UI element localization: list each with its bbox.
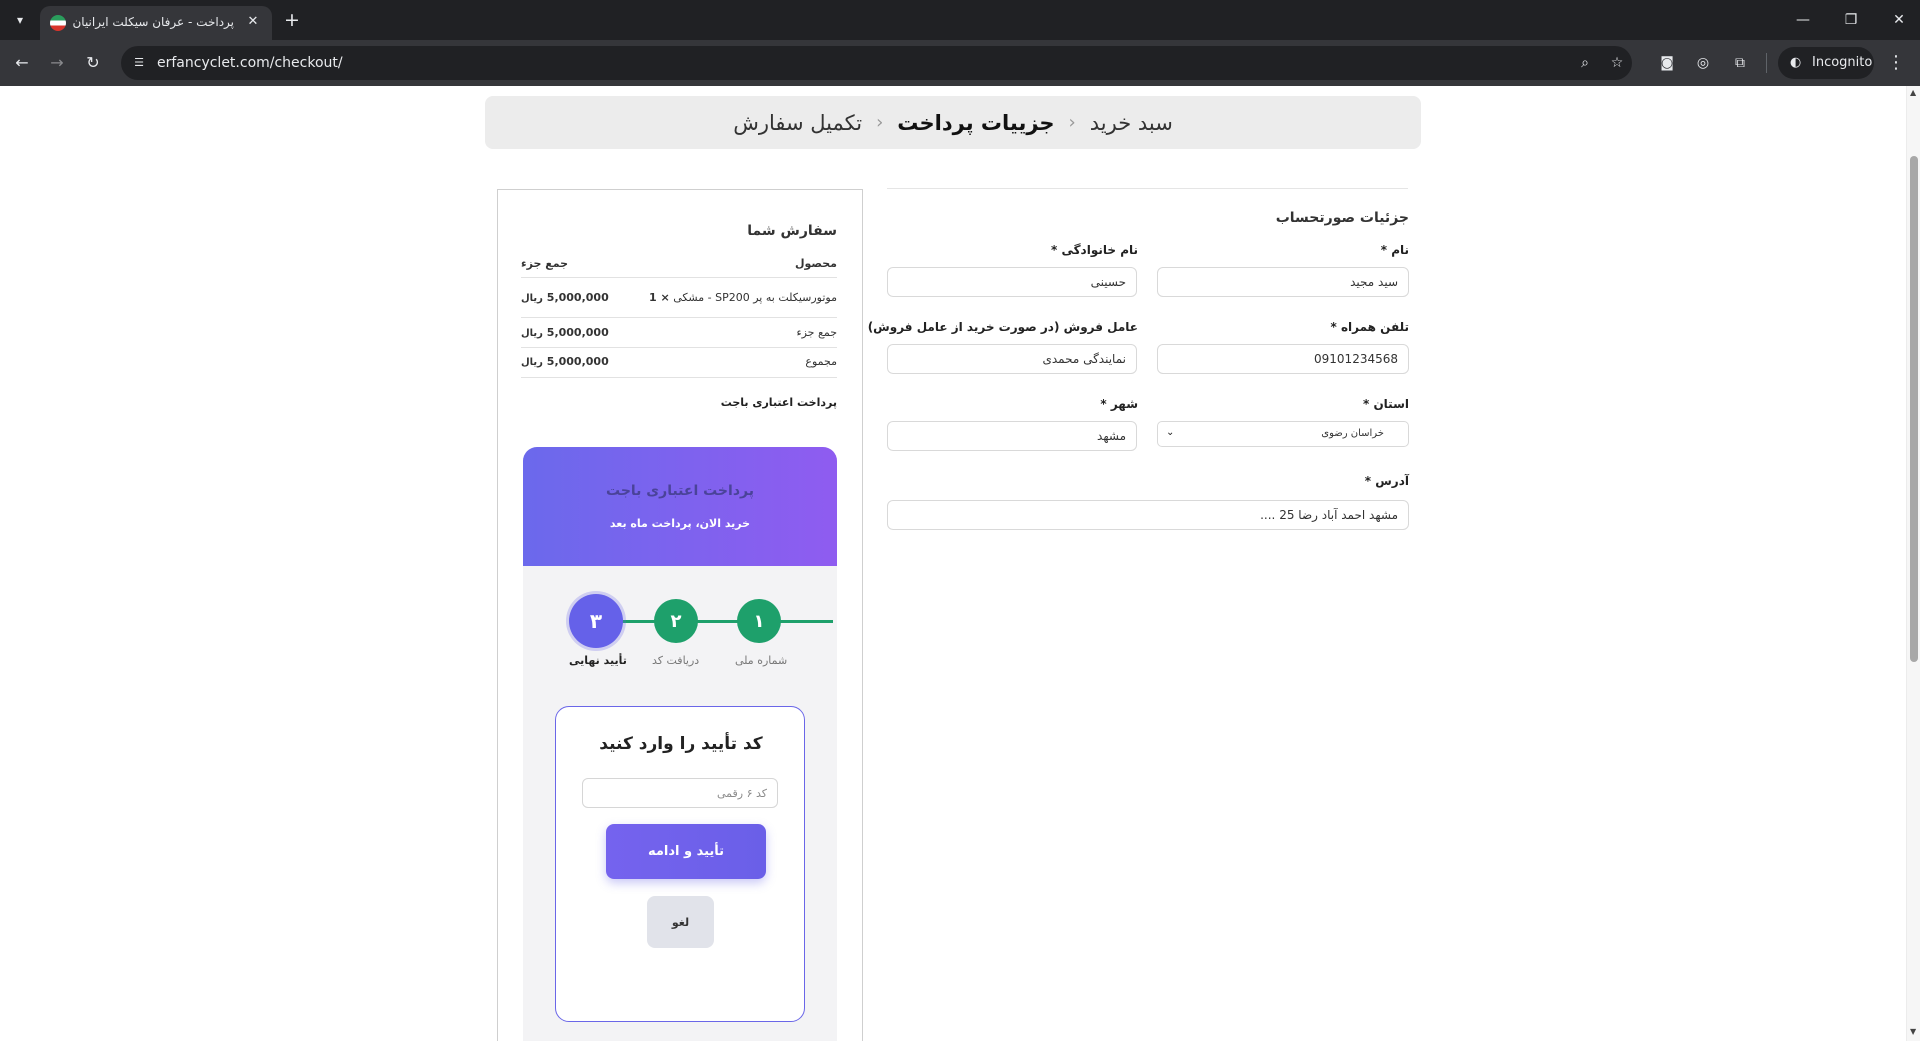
browser-tab[interactable]: پرداخت - عرفان سیکلت ایرانیان ✕ xyxy=(40,6,272,40)
bnpl-header: پرداخت اعتباری باجت خرید الان، پرداخت ما… xyxy=(523,447,837,566)
item-qty: × 1 xyxy=(648,291,670,304)
incognito-badge[interactable]: ◐ Incognito xyxy=(1778,47,1874,79)
back-icon[interactable]: ← xyxy=(10,51,34,75)
bnpl-payment-card: پرداخت اعتباری باجت خرید الان، پرداخت ما… xyxy=(523,447,837,1041)
window-close-icon[interactable]: ✕ xyxy=(1886,8,1912,32)
address-bar[interactable]: ☰ erfancyclet.com/checkout/ ⌕ ☆ xyxy=(121,46,1632,80)
order-divider xyxy=(521,277,837,278)
subtotal-value: 5,000,000 xyxy=(546,326,609,339)
item-currency: ریال xyxy=(521,293,543,304)
checkout-page: سبد خرید ‹ جزییات پرداخت ‹ تکمیل سفارش ج… xyxy=(0,86,1906,1041)
item-name: موتورسیکلت به پر SP200 - مشکی × 1 xyxy=(649,291,837,304)
item-price-value: 5,000,000 xyxy=(546,291,609,304)
order-summary: سفارش شما محصول جمع جزء موتورسیکلت به پر… xyxy=(497,189,863,1041)
confirm-continue-button[interactable]: تأیید و ادامه xyxy=(606,824,766,879)
bnpl-header-subtitle: خرید الان، پرداخت ماه بعد xyxy=(609,517,751,530)
province-label: استان * xyxy=(1362,397,1409,411)
cancel-button[interactable]: لغو xyxy=(647,896,714,948)
incognito-label: Incognito xyxy=(1812,55,1873,70)
last-name-label: نام خانوادگی * xyxy=(1050,243,1138,257)
otp-panel: کد تأیید را وارد کنید تأیید و ادامه لغو xyxy=(555,706,805,1022)
step-3-label: تأیید نهایی xyxy=(569,654,627,667)
scroll-down-icon[interactable]: ▼ xyxy=(1910,1027,1916,1036)
otp-title: کد تأیید را وارد کنید xyxy=(599,734,763,754)
payment-method-label: پرداخت اعتباری باجت xyxy=(720,396,837,409)
otp-code-input[interactable] xyxy=(582,778,778,808)
item-price: 5,000,000 ریال xyxy=(521,291,609,304)
tab-title: پرداخت - عرفان سیکلت ایرانیان xyxy=(72,15,234,29)
step-2-circle: ۲ xyxy=(654,599,698,643)
breadcrumb-payment-details: جزییات پرداخت xyxy=(897,110,1055,135)
total-amount: 5,000,000 ریال xyxy=(521,355,609,368)
address-label: آدرس * xyxy=(1364,474,1409,488)
city-field[interactable] xyxy=(887,421,1137,451)
tab-search-icon[interactable]: ▾ xyxy=(8,8,32,32)
order-divider xyxy=(521,317,837,318)
screenshot-icon[interactable]: ◙ xyxy=(1657,53,1677,73)
billing-title: جزئیات صورتحساب xyxy=(1275,210,1409,226)
restore-icon[interactable]: ❐ xyxy=(1838,8,1864,32)
col-product: محصول xyxy=(794,257,837,270)
first-name-field[interactable] xyxy=(1157,267,1409,297)
sales-agent-field[interactable] xyxy=(887,344,1137,374)
minimize-icon[interactable]: — xyxy=(1790,8,1816,32)
billing-divider xyxy=(887,188,1408,189)
total-label: مجموع xyxy=(805,355,837,368)
breadcrumb-complete-order: تکمیل سفارش xyxy=(733,110,863,135)
step-1-label: شماره ملی xyxy=(735,654,788,667)
bnpl-header-title: پرداخت اعتباری باجت xyxy=(606,483,754,499)
step-3-circle: ۳ xyxy=(569,594,623,648)
phone-field[interactable] xyxy=(1157,344,1409,374)
subtotal-amount: 5,000,000 ریال xyxy=(521,326,609,339)
page-scrollbar[interactable]: ▲ ▼ xyxy=(1906,86,1920,1041)
reload-icon[interactable]: ↻ xyxy=(81,51,105,75)
province-select[interactable]: خراسان رضوی ⌄ xyxy=(1157,421,1409,447)
chevron-down-icon: ⌄ xyxy=(1166,427,1175,438)
extensions-icon[interactable]: ⧉ xyxy=(1730,53,1750,73)
tab-close-icon[interactable]: ✕ xyxy=(244,13,262,31)
breadcrumb-chevron-icon: ‹ xyxy=(876,112,884,133)
breadcrumb-chevron-icon: ‹ xyxy=(1068,112,1076,133)
browser-menu-icon[interactable]: ⋮ xyxy=(1884,51,1908,75)
province-value: خراسان رضوی xyxy=(1321,428,1384,439)
browser-tab-bar: ▾ پرداخت - عرفان سیکلت ایرانیان ✕ + — ❐ … xyxy=(0,0,1920,40)
step-2-label: دریافت کد xyxy=(652,654,700,667)
sales-agent-label: عامل فروش (در صورت خرید از عامل فروش) xyxy=(867,320,1138,334)
site-info-icon[interactable]: ☰ xyxy=(131,55,147,71)
col-subtotal: جمع جزء xyxy=(521,257,569,270)
color-extension-icon[interactable]: ◎ xyxy=(1693,53,1713,73)
incognito-icon: ◐ xyxy=(1790,55,1802,70)
toolbar-divider xyxy=(1766,53,1767,73)
order-divider xyxy=(521,347,837,348)
checkout-breadcrumb: سبد خرید ‹ جزییات پرداخت ‹ تکمیل سفارش xyxy=(485,96,1421,149)
url-text[interactable]: erfancyclet.com/checkout/ xyxy=(157,55,343,71)
order-divider xyxy=(521,377,837,378)
last-name-field[interactable] xyxy=(887,267,1137,297)
zoom-icon[interactable]: ⌕ xyxy=(1576,54,1594,72)
total-value: 5,000,000 xyxy=(546,355,609,368)
bookmark-star-icon[interactable]: ☆ xyxy=(1608,54,1626,72)
subtotal-label: جمع جزء xyxy=(796,326,837,339)
subtotal-currency: ریال xyxy=(521,328,543,339)
item-name-text: موتورسیکلت به پر SP200 - مشکی xyxy=(673,291,837,304)
address-field[interactable] xyxy=(887,500,1409,530)
step-1-circle: ۱ xyxy=(737,599,781,643)
browser-toolbar: ← → ↻ ☰ erfancyclet.com/checkout/ ⌕ ☆ ◙ … xyxy=(0,40,1920,86)
scroll-thumb[interactable] xyxy=(1910,156,1918,662)
total-currency: ریال xyxy=(521,357,543,368)
phone-label: تلفن همراه * xyxy=(1330,320,1410,334)
breadcrumb-cart[interactable]: سبد خرید xyxy=(1090,111,1173,135)
order-title: سفارش شما xyxy=(747,223,837,239)
new-tab-icon[interactable]: + xyxy=(282,10,302,30)
forward-icon[interactable]: → xyxy=(45,51,69,75)
city-label: شهر * xyxy=(1100,397,1138,411)
first-name-label: نام * xyxy=(1380,243,1409,257)
steps-progress-line xyxy=(621,620,833,623)
scroll-up-icon[interactable]: ▲ xyxy=(1910,88,1916,97)
